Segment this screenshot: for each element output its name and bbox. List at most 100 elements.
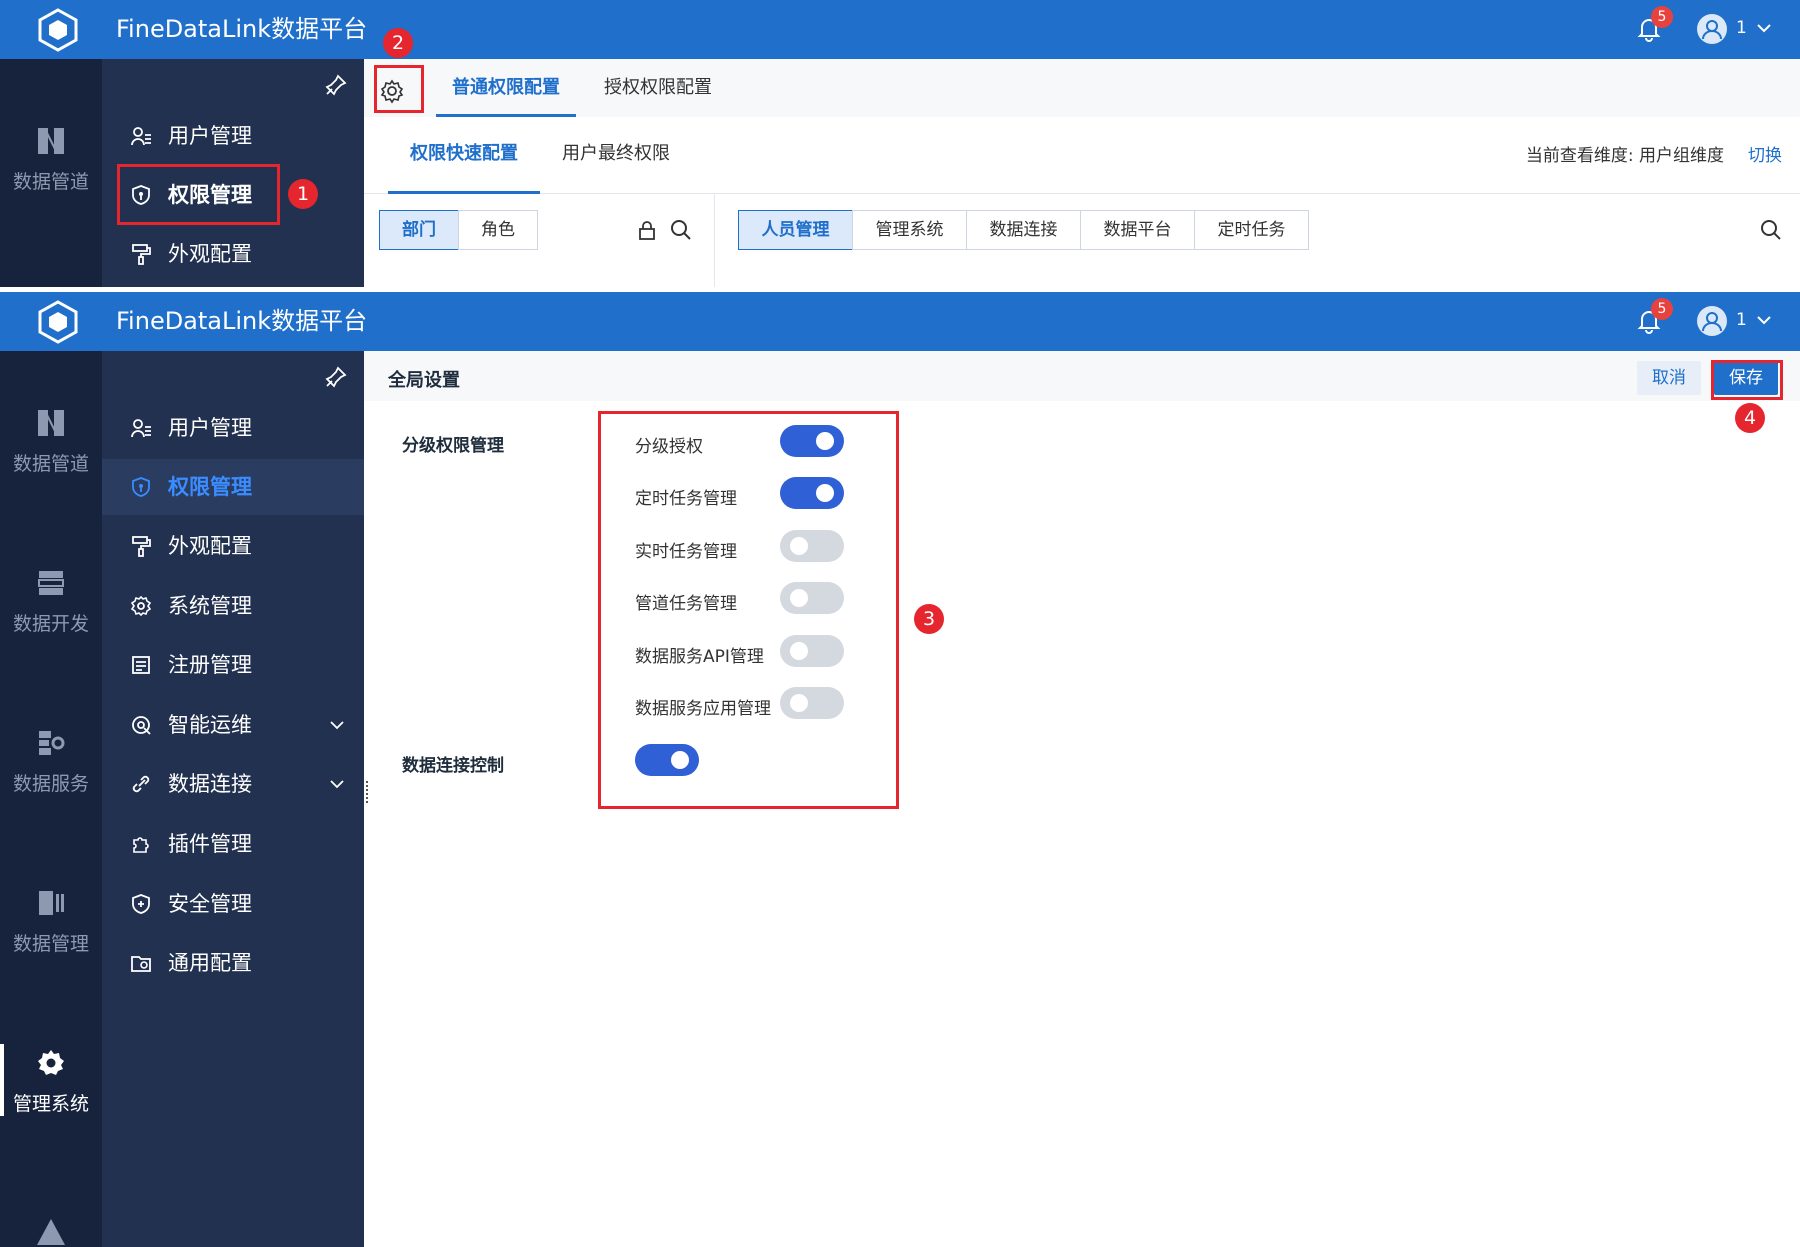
segment-admin-system[interactable]: 管理系统 bbox=[852, 210, 967, 250]
segment-role[interactable]: 角色 bbox=[458, 210, 538, 250]
tab-grant-permission[interactable]: 授权权限配置 bbox=[604, 59, 712, 117]
sidebar-item-system[interactable]: 系统管理 bbox=[102, 578, 364, 634]
sidebar-item-label: 用户管理 bbox=[168, 124, 252, 148]
top-bar: FineDataLink数据平台 5 1 bbox=[0, 292, 1800, 351]
avatar[interactable] bbox=[1697, 14, 1727, 44]
register-icon bbox=[132, 656, 150, 674]
segment-data-platform[interactable]: 数据平台 bbox=[1080, 210, 1195, 250]
highlight-box-toggles bbox=[598, 411, 899, 809]
dimension-switch-link[interactable]: 切换 bbox=[1748, 141, 1782, 166]
panel-divider bbox=[714, 194, 715, 287]
user-icon bbox=[1702, 20, 1722, 40]
sidebar-item-label: 智能运维 bbox=[168, 713, 252, 737]
user-icon bbox=[1702, 312, 1722, 332]
sidebar-item-users[interactable]: 用户管理 bbox=[102, 400, 364, 456]
rail-item-label: 数据管理 bbox=[12, 933, 89, 955]
paint-roller-icon bbox=[132, 536, 151, 557]
sidebar-item-register[interactable]: 注册管理 bbox=[102, 637, 364, 693]
sidebar-item-label: 安全管理 bbox=[168, 892, 252, 916]
rail-item-service[interactable]: 数据服务 bbox=[0, 727, 102, 796]
sidebar-item-label: 注册管理 bbox=[168, 653, 252, 677]
sidebar-item-plugins[interactable]: 插件管理 bbox=[102, 816, 364, 872]
cancel-button[interactable]: 取消 bbox=[1637, 361, 1701, 395]
notification-badge: 5 bbox=[1651, 6, 1673, 28]
highlight-box-permissions bbox=[117, 164, 280, 225]
panel-header: 全局设置 取消 保存 bbox=[364, 351, 1800, 401]
sidebar-item-label: 用户管理 bbox=[168, 416, 252, 440]
tab-final-permission[interactable]: 用户最终权限 bbox=[562, 117, 670, 194]
shield-plus-icon bbox=[132, 894, 150, 914]
highlight-box-save bbox=[1711, 360, 1783, 400]
screenshot-global-settings: FineDataLink数据平台 5 1 数据管道 数据开发 数据服务 数据管理… bbox=[0, 292, 1800, 1247]
rail-item-label: 数据服务 bbox=[12, 773, 89, 795]
chevron-down-icon[interactable] bbox=[1754, 310, 1774, 330]
avatar[interactable] bbox=[1697, 306, 1727, 336]
rail-item-admin-system[interactable]: 管理系统 bbox=[0, 1047, 102, 1116]
link-icon bbox=[132, 775, 150, 793]
rail-item-data-manage[interactable]: 数据管理 bbox=[0, 887, 102, 956]
pin-icon[interactable] bbox=[324, 73, 348, 97]
data-manage-icon bbox=[39, 891, 64, 915]
sidebar-item-label: 通用配置 bbox=[168, 951, 252, 975]
app-title: FineDataLink数据平台 bbox=[116, 15, 368, 43]
sidebar-item-appearance[interactable]: 外观配置 bbox=[102, 226, 364, 282]
tab-quick-config[interactable]: 权限快速配置 bbox=[388, 117, 540, 194]
sidebar-item-users[interactable]: 用户管理 bbox=[102, 108, 364, 164]
user-name: 1 bbox=[1736, 310, 1747, 330]
paint-roller-icon bbox=[132, 244, 151, 265]
sidebar-item-general-config[interactable]: 通用配置 bbox=[102, 935, 364, 991]
sidebar-item-appearance[interactable]: 外观配置 bbox=[102, 518, 364, 574]
chevron-down-icon bbox=[330, 780, 344, 789]
rail-item-pipeline[interactable]: 数据管道 bbox=[0, 125, 102, 194]
rail-item-label: 数据管道 bbox=[12, 171, 89, 193]
gear-icon bbox=[38, 1050, 64, 1075]
folder-gear-icon bbox=[131, 956, 151, 972]
search-icon[interactable] bbox=[670, 219, 692, 241]
rail-item-label: 数据管道 bbox=[12, 453, 89, 475]
lock-icon[interactable] bbox=[636, 219, 658, 241]
service-icon bbox=[39, 731, 65, 755]
segment-people[interactable]: 人员管理 bbox=[738, 210, 853, 250]
plugin-icon bbox=[133, 837, 149, 853]
rail-item-dev[interactable]: 数据开发 bbox=[0, 567, 102, 636]
segment-department[interactable]: 部门 bbox=[379, 210, 459, 250]
rail-item-label: 管理系统 bbox=[12, 1093, 89, 1115]
annotation-marker: 4 bbox=[1735, 403, 1765, 433]
rail-item-label: 数据开发 bbox=[12, 613, 89, 635]
nav-rail: 数据管道 bbox=[0, 59, 102, 287]
gear-icon bbox=[130, 595, 152, 617]
dev-icon bbox=[38, 571, 64, 595]
sidebar: 用户管理 权限管理 外观配置 系统管理 注册管理 智能运维 数据连接 插件管理 … bbox=[102, 351, 364, 1247]
sidebar-item-security[interactable]: 安全管理 bbox=[102, 876, 364, 932]
ops-icon bbox=[132, 716, 151, 735]
logo-icon bbox=[38, 300, 78, 344]
pin-icon[interactable] bbox=[324, 365, 348, 389]
pipeline-icon bbox=[38, 410, 64, 436]
tab-general-permission[interactable]: 普通权限配置 bbox=[436, 59, 576, 117]
rail-item-pipeline[interactable]: 数据管道 bbox=[0, 407, 102, 476]
annotation-marker: 3 bbox=[914, 604, 944, 634]
shield-key-icon bbox=[132, 477, 150, 497]
top-bar: FineDataLink数据平台 5 1 bbox=[0, 0, 1800, 59]
pipeline-icon bbox=[38, 128, 64, 154]
sidebar-item-permissions[interactable]: 权限管理 bbox=[102, 459, 364, 515]
annotation-marker: 1 bbox=[288, 179, 318, 209]
sidebar-item-label: 权限管理 bbox=[168, 475, 252, 499]
segment-scheduled-tasks[interactable]: 定时任务 bbox=[1194, 210, 1309, 250]
segment-data-connection[interactable]: 数据连接 bbox=[966, 210, 1081, 250]
search-icon[interactable] bbox=[1760, 219, 1782, 241]
chevron-down-icon[interactable] bbox=[1754, 18, 1774, 38]
page-title: 全局设置 bbox=[388, 370, 460, 391]
triangle-icon[interactable] bbox=[35, 1217, 67, 1247]
annotation-marker: 2 bbox=[383, 28, 413, 58]
sidebar-item-data-connection[interactable]: 数据连接 bbox=[102, 756, 364, 812]
sidebar-item-label: 插件管理 bbox=[168, 832, 252, 856]
resize-handle[interactable] bbox=[366, 781, 370, 803]
notification-badge: 5 bbox=[1651, 298, 1673, 320]
app-title: FineDataLink数据平台 bbox=[116, 307, 368, 335]
nav-rail: 数据管道 数据开发 数据服务 数据管理 管理系统 bbox=[0, 351, 102, 1247]
sidebar-item-ops[interactable]: 智能运维 bbox=[102, 697, 364, 753]
main-content: 普通权限配置 授权权限配置 权限快速配置 用户最终权限 当前查看维度: 用户组维… bbox=[364, 59, 1800, 287]
chevron-down-icon bbox=[330, 721, 344, 730]
sidebar-item-label: 数据连接 bbox=[168, 772, 252, 796]
